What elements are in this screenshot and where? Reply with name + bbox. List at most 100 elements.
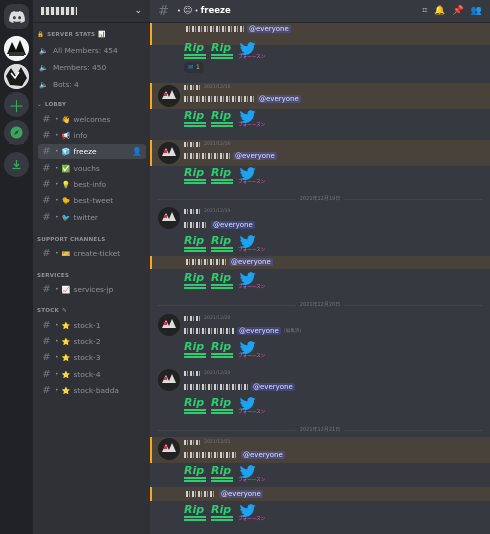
message-content: @everyone xyxy=(186,490,263,498)
channel-vouchs[interactable]: # • ✅ vouchs xyxy=(38,161,146,176)
channel-emoji: ⭐ xyxy=(61,353,71,362)
category-stock[interactable]: STOCK ✎ xyxy=(37,308,67,314)
hash-icon: # xyxy=(158,3,169,19)
channel-label: stock-4 xyxy=(73,370,101,379)
rip-emoji: Rip xyxy=(211,397,235,414)
emoji-row: Rip Rip フォーースン xyxy=(184,503,265,522)
rip-emoji: Rip xyxy=(211,272,235,289)
redacted-username[interactable] xyxy=(184,85,200,90)
plus-icon[interactable]: ＋ xyxy=(4,92,29,117)
members-icon[interactable]: 👥 xyxy=(471,6,482,16)
hash-icon: # xyxy=(42,385,51,396)
channel-stock-badda[interactable]: # • ⭐ stock-badda xyxy=(38,383,146,398)
avatar[interactable] xyxy=(158,314,180,336)
chevron-down-icon: ⌄ xyxy=(37,102,42,108)
speaker-lock-icon: 🔈 xyxy=(39,46,49,55)
channel-emoji: 😐 xyxy=(183,6,193,16)
channel-stock-4[interactable]: # • ⭐ stock-4 xyxy=(38,367,146,382)
hash-icon: # xyxy=(42,179,51,190)
discord-home-icon[interactable] xyxy=(4,4,29,29)
hash-icon: # xyxy=(42,369,51,380)
channel-services-jp[interactable]: # • 📈 services-jp xyxy=(38,282,146,297)
pin-icon[interactable]: 📌 xyxy=(453,6,464,16)
avatar[interactable] xyxy=(158,142,180,164)
mention[interactable]: @everyone xyxy=(229,258,273,266)
mention[interactable]: @everyone xyxy=(219,490,263,498)
channel-emoji: ⭐ xyxy=(61,370,71,379)
timestamp: 2021/12/16 xyxy=(204,85,231,90)
category-services[interactable]: SERVICES xyxy=(37,273,69,279)
redacted-username[interactable] xyxy=(184,142,200,147)
mention[interactable]: @everyone xyxy=(233,152,277,160)
avatar[interactable] xyxy=(158,369,180,391)
rip-emoji: Rip xyxy=(184,110,208,127)
channel-info[interactable]: # • 📢 info xyxy=(38,128,146,143)
redacted-username[interactable] xyxy=(184,440,200,445)
envelope-icon: ✉ xyxy=(188,64,194,71)
avatar[interactable] xyxy=(158,207,180,229)
channel-best-tweet[interactable]: # • 🐤 best-tweet xyxy=(38,193,146,208)
message-header: 2021/12/21 xyxy=(184,440,230,445)
redacted-username[interactable] xyxy=(184,371,200,376)
channel-create-ticket[interactable]: # • 🎫 create-ticket xyxy=(38,246,146,261)
compass-icon[interactable] xyxy=(4,120,29,145)
reaction-count: 1 xyxy=(196,64,200,71)
rip-emoji: Rip xyxy=(184,235,208,252)
channel-stock-1[interactable]: # • ⭐ stock-1 xyxy=(38,318,146,333)
reaction-pill[interactable]: ✉ 1 xyxy=(184,62,204,73)
channel-label: stock-2 xyxy=(73,337,101,346)
server-header[interactable]: ⌄ xyxy=(33,0,150,23)
timestamp: 2021/12/21 xyxy=(204,440,231,445)
redacted-text xyxy=(186,26,244,32)
mention[interactable]: @everyone xyxy=(247,25,291,33)
category-support-channels[interactable]: SUPPORT CHANNELS xyxy=(37,237,105,243)
mention[interactable]: @everyone xyxy=(251,383,295,391)
channel-label: info xyxy=(73,131,88,140)
message: @everyone xyxy=(150,487,490,501)
add-member-icon[interactable]: 👤 xyxy=(132,147,142,156)
emoji-row: Rip Rip フォーースン xyxy=(184,464,265,483)
chevron-down-icon[interactable]: ⌄ xyxy=(134,6,142,16)
category-label: SERVICES xyxy=(37,273,70,279)
hash-icon: # xyxy=(42,146,51,157)
redacted-username[interactable] xyxy=(184,316,200,321)
hash-icon: # xyxy=(42,320,51,331)
message-content: @everyone xyxy=(184,152,277,160)
hash-icon: # xyxy=(42,163,51,174)
channel-welcomes[interactable]: # • 👋 welcomes xyxy=(38,112,146,127)
download-icon[interactable] xyxy=(4,152,29,177)
avatar[interactable] xyxy=(158,85,180,107)
channel-twitter[interactable]: # • 🐦 twitter xyxy=(38,210,146,225)
mention[interactable]: @everyone xyxy=(241,451,285,459)
server-avatar-icon[interactable] xyxy=(4,36,29,61)
twitter-bird-icon: フォーースン xyxy=(238,166,265,185)
category-lobby[interactable]: ⌄ LOBBY xyxy=(37,102,66,108)
chart-icon: 📊 xyxy=(98,31,106,38)
message-content: @everyone (編集済) xyxy=(184,327,301,335)
server-name xyxy=(41,7,77,15)
channel-stock-3[interactable]: # • ⭐ stock-3 xyxy=(38,350,146,365)
redacted-text xyxy=(184,222,208,228)
bell-icon[interactable]: 🔔 xyxy=(434,6,445,16)
channel-stock-2[interactable]: # • ⭐ stock-2 xyxy=(38,334,146,349)
channel-best-info[interactable]: # • 💡 best-info xyxy=(38,177,146,192)
mention[interactable]: @everyone xyxy=(237,327,281,335)
date-divider: 2021年12月20日 xyxy=(158,301,482,308)
avatar[interactable] xyxy=(158,438,180,460)
category-label: STOCK xyxy=(37,308,60,314)
stat-all-members: 🔈 All Members: 454 xyxy=(39,46,118,55)
mention[interactable]: @everyone xyxy=(257,95,301,103)
category-server-stats[interactable]: 🔒 SERVER STATS 📊 xyxy=(37,31,106,38)
redacted-username[interactable] xyxy=(184,209,200,214)
stat-label: Bots: 4 xyxy=(53,80,79,89)
threads-icon[interactable]: ⌗ xyxy=(422,6,427,16)
channel-freeze[interactable]: # • 🧊 freeze 👤 xyxy=(38,144,146,159)
timestamp: 2021/12/19 xyxy=(204,209,231,214)
message-content: @everyone xyxy=(186,258,273,266)
server-avatar-icon[interactable] xyxy=(4,64,29,89)
message: @everyone xyxy=(150,256,490,269)
emoji-row: Rip Rip フォーースン xyxy=(184,166,265,185)
channel-header: # • 😐 • freeze ⌗ 🔔 📌 👥 xyxy=(150,0,490,23)
channel-emoji: ⭐ xyxy=(61,386,71,395)
mention[interactable]: @everyone xyxy=(211,221,255,229)
